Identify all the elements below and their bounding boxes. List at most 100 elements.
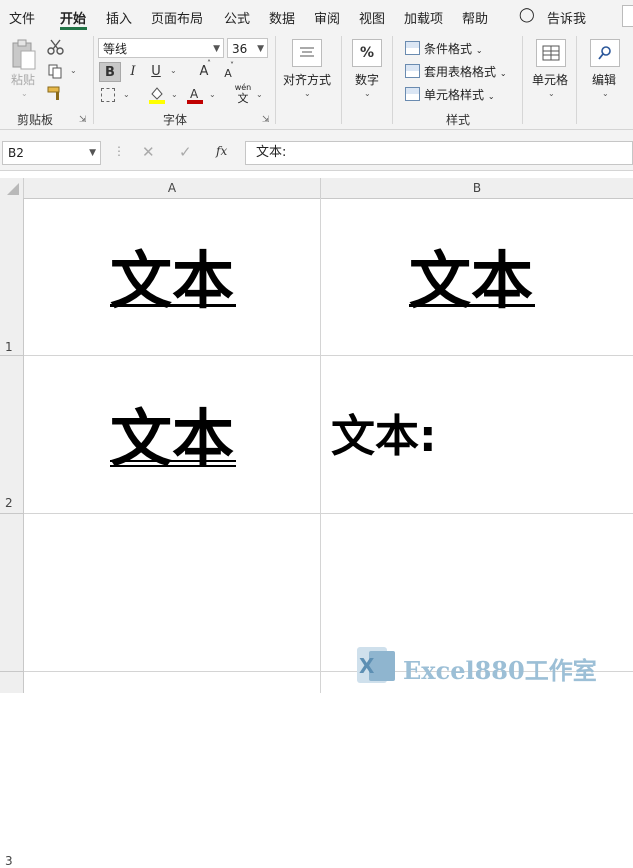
lightbulb-icon[interactable]: ◯: [519, 7, 535, 23]
search-icon[interactable]: [590, 39, 620, 67]
phonetic-char: 文: [237, 92, 249, 105]
number-format-icon[interactable]: %: [352, 39, 382, 67]
row-header-2[interactable]: 2: [5, 496, 13, 510]
format-as-table-button[interactable]: 套用表格格式 ⌄: [405, 63, 507, 80]
copy-dropdown-icon[interactable]: ⌄: [70, 66, 77, 75]
tab-review[interactable]: 审阅: [314, 8, 340, 27]
cell-b2[interactable]: 文本:: [321, 356, 633, 513]
editing-button[interactable]: 编辑: [592, 71, 616, 88]
grow-font-button[interactable]: A: [193, 62, 215, 82]
table-icon: [405, 64, 420, 78]
borders-dropdown-icon[interactable]: ⌄: [123, 90, 130, 99]
svg-text:X: X: [359, 654, 375, 678]
fill-color-icon[interactable]: [148, 86, 166, 104]
bold-button[interactable]: B: [99, 62, 121, 82]
chevron-down-icon: ⌄: [499, 69, 507, 78]
enter-icon[interactable]: ✓: [179, 143, 192, 161]
tab-view[interactable]: 视图: [359, 8, 385, 27]
column-header-bar: A B: [0, 178, 633, 199]
font-size-combo[interactable]: 36 ▼: [227, 38, 268, 58]
row-divider: [0, 671, 24, 672]
column-header-b[interactable]: B: [321, 178, 633, 198]
cell-b2-text: 文本:: [331, 411, 437, 462]
tab-help[interactable]: 帮助: [462, 8, 488, 27]
font-color-dropdown-icon[interactable]: ⌄: [209, 90, 216, 99]
copy-icon[interactable]: [47, 63, 63, 79]
name-box[interactable]: B2 ▼: [2, 141, 101, 165]
fill-color-dropdown-icon[interactable]: ⌄: [171, 90, 178, 99]
paste-button[interactable]: 粘贴: [11, 71, 35, 88]
tab-data[interactable]: 数据: [269, 8, 295, 27]
conditional-formatting-button[interactable]: 条件格式 ⌄: [405, 40, 483, 57]
row-header-3[interactable]: 3: [5, 854, 13, 868]
single-underline: [409, 304, 535, 307]
tell-me-search[interactable]: 告诉我: [547, 8, 586, 27]
phonetic-guide-icon[interactable]: wén 文: [233, 83, 253, 107]
watermark-text: Excel880工作室: [403, 656, 597, 685]
paste-dropdown-icon[interactable]: ⌄: [21, 89, 28, 98]
cut-icon[interactable]: [47, 39, 65, 55]
alignment-dropdown-icon[interactable]: ⌄: [304, 89, 311, 98]
ribbon-separator: [522, 36, 523, 124]
phonetic-dropdown-icon[interactable]: ⌄: [256, 90, 263, 99]
tab-file[interactable]: 文件: [9, 8, 35, 27]
ribbon-separator: [341, 36, 342, 124]
tab-page-layout[interactable]: 页面布局: [151, 8, 203, 27]
share-button[interactable]: [622, 5, 633, 27]
cell-a1-text: 文本: [110, 244, 235, 317]
formula-value: 文本:: [256, 145, 287, 160]
name-box-value: B2: [8, 146, 24, 160]
underline-button[interactable]: U: [145, 62, 167, 82]
editing-dropdown-icon[interactable]: ⌄: [602, 89, 609, 98]
format-painter-icon[interactable]: [47, 85, 65, 101]
ribbon-separator: [392, 36, 393, 124]
tab-addins[interactable]: 加载项: [404, 8, 443, 27]
cell-b1-text: 文本: [409, 244, 534, 317]
row-header-1[interactable]: 1: [5, 340, 13, 354]
chevron-down-icon: ▼: [89, 148, 96, 158]
ribbon-separator: [576, 36, 577, 124]
tab-home[interactable]: 开始: [60, 8, 86, 27]
paste-icon[interactable]: [10, 39, 38, 73]
font-launcher-icon[interactable]: ⇲: [262, 115, 270, 125]
cell-styles-icon: [405, 87, 420, 101]
cell-b1[interactable]: 文本: [321, 198, 633, 355]
cell-a3[interactable]: [24, 514, 320, 671]
ribbon-tab-bar: 文件 开始 插入 页面布局 公式 数据 审阅 视图 加载项 帮助 ◯ 告诉我: [0, 0, 633, 31]
borders-icon[interactable]: [101, 88, 115, 102]
formula-input[interactable]: 文本:: [245, 141, 633, 165]
number-dropdown-icon[interactable]: ⌄: [364, 89, 371, 98]
cell-styles-button[interactable]: 单元格样式 ⌄: [405, 86, 495, 103]
select-all-corner[interactable]: [0, 178, 24, 198]
italic-button[interactable]: I: [122, 62, 144, 82]
alignment-icon[interactable]: [292, 39, 322, 67]
cancel-icon[interactable]: ✕: [142, 143, 155, 161]
number-button[interactable]: 数字: [355, 71, 379, 88]
alignment-button[interactable]: 对齐方式: [283, 71, 331, 88]
font-name-combo[interactable]: 等线 ▼: [98, 38, 224, 58]
ribbon-separator: [275, 36, 276, 124]
single-underline: [110, 304, 236, 307]
column-header-a[interactable]: A: [24, 178, 321, 198]
insert-function-button[interactable]: fx: [216, 144, 227, 158]
shrink-font-button[interactable]: A: [217, 64, 239, 84]
ribbon-separator: [93, 36, 94, 124]
cells-dropdown-icon[interactable]: ⌄: [548, 89, 555, 98]
row-divider: [0, 355, 24, 356]
active-tab-indicator: [60, 27, 87, 30]
cell-styles-label: 单元格样式: [424, 88, 485, 102]
styles-group-label: 样式: [446, 113, 471, 127]
tab-insert[interactable]: 插入: [106, 8, 132, 27]
cells-button[interactable]: 单元格: [532, 71, 568, 88]
chevron-down-icon: ▼: [213, 44, 220, 54]
tab-formulas[interactable]: 公式: [224, 8, 250, 27]
ribbon: 粘贴 ⌄ ⌄ 剪贴板 ⇲ 等线 ▼ 36 ▼ B I U ⌄ A ˄ A ˅ ⌄…: [0, 31, 633, 130]
clipboard-launcher-icon[interactable]: ⇲: [79, 115, 87, 125]
watermark: X Excel880工作室: [355, 643, 625, 688]
cells-icon[interactable]: [536, 39, 566, 67]
cell-a2[interactable]: 文本: [24, 356, 320, 513]
font-color-icon[interactable]: A: [186, 86, 204, 104]
caret-down-icon: ˅: [230, 61, 234, 70]
cell-a1[interactable]: 文本: [24, 198, 320, 355]
underline-dropdown-icon[interactable]: ⌄: [170, 66, 177, 75]
